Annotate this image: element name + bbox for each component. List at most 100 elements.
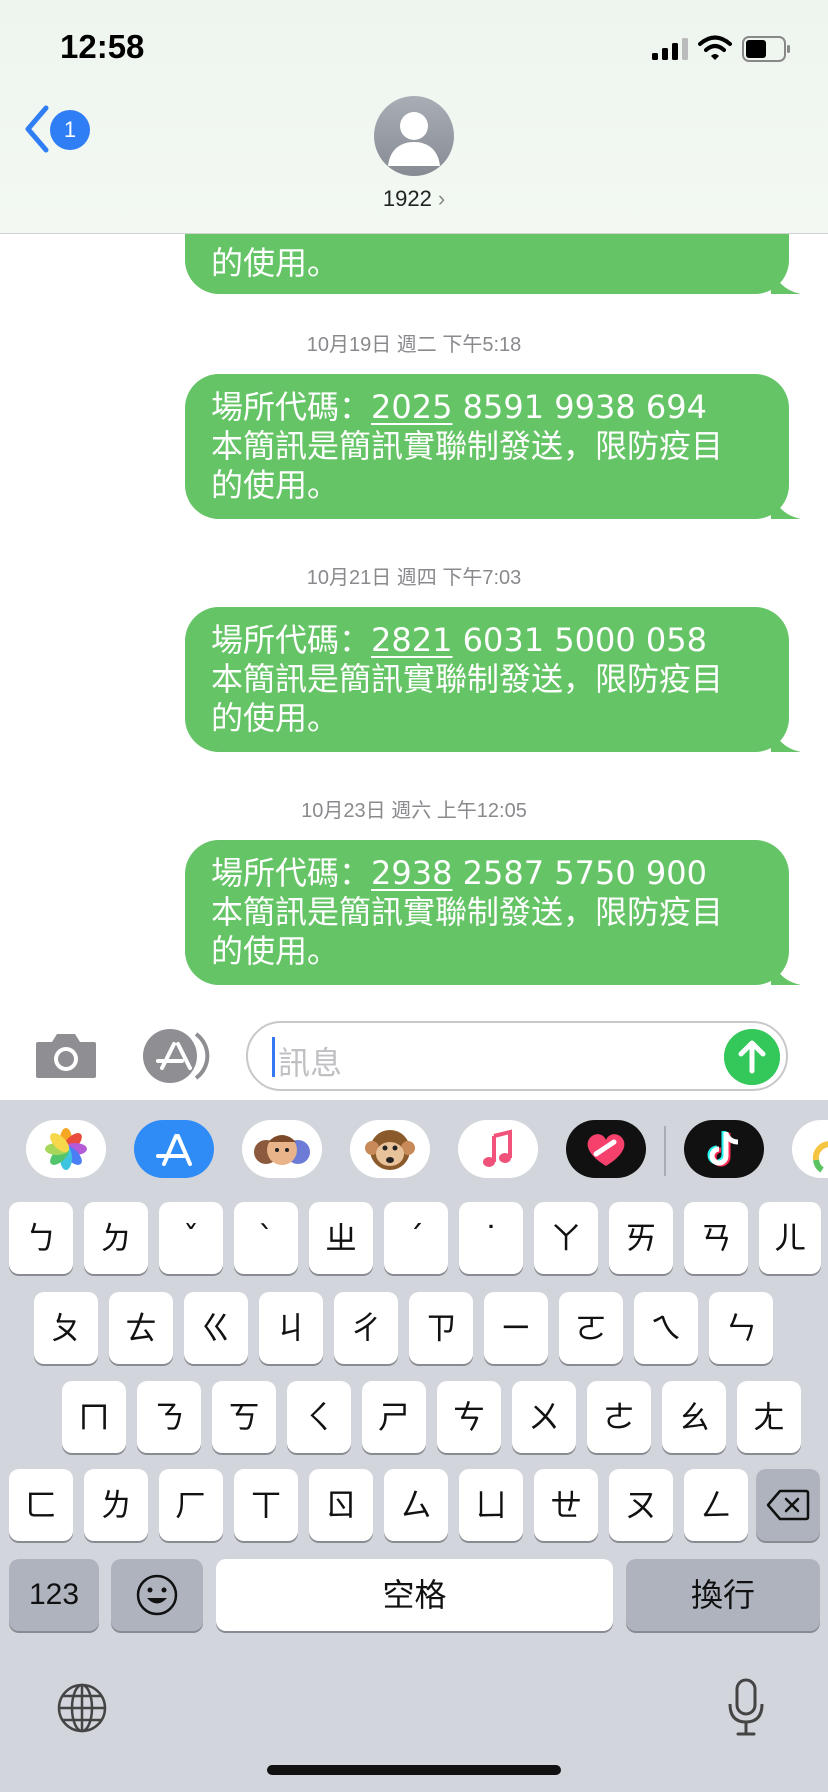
heart-app-icon[interactable] bbox=[566, 1120, 646, 1178]
key-tone3[interactable]: ˇ bbox=[159, 1202, 223, 1274]
key-c[interactable]: ㄘ bbox=[437, 1381, 501, 1453]
contact-name-button[interactable]: 1922 › bbox=[0, 186, 828, 212]
camera-icon[interactable] bbox=[34, 1030, 98, 1080]
message-bubble[interactable]: 場所代碼：2821 6031 5000 058 本簡訊是簡訊實聯制發送，限防疫目… bbox=[185, 607, 801, 752]
wifi-icon bbox=[698, 35, 732, 60]
music-app-icon[interactable] bbox=[458, 1120, 538, 1178]
message-timestamp: 10月23日 週六 上午12:05 bbox=[301, 800, 527, 822]
key-zh[interactable]: ㄓ bbox=[309, 1202, 373, 1274]
message-input-placeholder: 訊息 bbox=[278, 1044, 343, 1082]
key-k[interactable]: ㄎ bbox=[212, 1381, 276, 1453]
key-an[interactable]: ㄢ bbox=[684, 1202, 748, 1274]
code-label: 場所代碼： bbox=[211, 854, 372, 892]
key-f[interactable]: ㄈ bbox=[9, 1469, 73, 1541]
message-line: 場所代碼：2821 6031 5000 058 bbox=[211, 621, 763, 660]
key-b[interactable]: ㄅ bbox=[9, 1202, 73, 1274]
key-tone2[interactable]: ˊ bbox=[384, 1202, 448, 1274]
code-number-link[interactable]: 2821 bbox=[371, 621, 452, 659]
status-time: 12:58 bbox=[60, 28, 145, 65]
code-rest: 2587 5750 900 bbox=[452, 854, 707, 892]
message-line: 的使用。 bbox=[211, 244, 340, 282]
bubble-tail bbox=[771, 955, 801, 985]
message-bubble[interactable]: 場所代碼：2025 8591 9938 694 本簡訊是簡訊實聯制發送，限防疫目… bbox=[185, 374, 801, 519]
key-sh[interactable]: ㄕ bbox=[362, 1381, 426, 1453]
key-eh[interactable]: ㄝ bbox=[534, 1469, 598, 1541]
emoji-key[interactable] bbox=[111, 1559, 203, 1631]
message-line: 本簡訊是簡訊實聯制發送，限防疫目 bbox=[211, 660, 724, 698]
code-number-link[interactable]: 2025 bbox=[371, 388, 452, 426]
key-x[interactable]: ㄒ bbox=[234, 1469, 298, 1541]
key-s[interactable]: ㄙ bbox=[384, 1469, 448, 1541]
key-ei[interactable]: ㄟ bbox=[634, 1292, 698, 1364]
home-indicator[interactable] bbox=[267, 1765, 561, 1775]
tiktok-app-icon[interactable] bbox=[684, 1120, 764, 1178]
bubble-tail bbox=[771, 264, 801, 294]
message-input[interactable]: 訊息 bbox=[246, 1021, 788, 1091]
back-button[interactable]: 1 bbox=[22, 104, 92, 154]
photos-app-icon[interactable] bbox=[26, 1120, 106, 1178]
key-u[interactable]: ㄨ bbox=[512, 1381, 576, 1453]
contact-avatar[interactable] bbox=[374, 96, 454, 176]
bubble-tail bbox=[771, 489, 801, 519]
animoji-app-icon[interactable] bbox=[350, 1120, 430, 1178]
key-ch[interactable]: ㄔ bbox=[334, 1292, 398, 1364]
key-ou[interactable]: ㄡ bbox=[609, 1469, 673, 1541]
app-store-icon[interactable] bbox=[140, 1028, 214, 1084]
key-yu[interactable]: ㄩ bbox=[459, 1469, 523, 1541]
partial-app-icon[interactable] bbox=[792, 1120, 828, 1178]
emoji-icon bbox=[136, 1574, 178, 1616]
chevron-right-icon: › bbox=[437, 186, 446, 211]
key-ang[interactable]: ㄤ bbox=[737, 1381, 801, 1453]
message-bubble[interactable]: 場所代碼：2938 2587 5750 900 本簡訊是簡訊實聯制發送，限防疫目… bbox=[185, 840, 801, 985]
key-z[interactable]: ㄗ bbox=[409, 1292, 473, 1364]
person-silhouette-icon bbox=[388, 112, 440, 166]
key-tone4[interactable]: ˋ bbox=[234, 1202, 298, 1274]
key-t[interactable]: ㄊ bbox=[109, 1292, 173, 1364]
key-o[interactable]: ㄛ bbox=[559, 1292, 623, 1364]
return-key[interactable]: 換行 bbox=[626, 1559, 820, 1631]
key-p[interactable]: ㄆ bbox=[34, 1292, 98, 1364]
key-n[interactable]: ㄋ bbox=[137, 1381, 201, 1453]
code-label: 場所代碼： bbox=[211, 621, 372, 659]
key-r[interactable]: ㄖ bbox=[309, 1469, 373, 1541]
message-line: 場所代碼：2938 2587 5750 900 bbox=[211, 854, 763, 893]
key-en[interactable]: ㄣ bbox=[709, 1292, 773, 1364]
code-rest: 6031 5000 058 bbox=[452, 621, 707, 659]
key-a[interactable]: ㄚ bbox=[534, 1202, 598, 1274]
numbers-key[interactable]: 123 bbox=[9, 1559, 99, 1631]
message-line: 場所代碼：2025 8591 9938 694 bbox=[211, 388, 763, 427]
app-drawer-strip bbox=[0, 1100, 828, 1196]
key-ai[interactable]: ㄞ bbox=[609, 1202, 673, 1274]
message-line: 本簡訊是簡訊實聯制發送，限防疫目 bbox=[211, 893, 724, 931]
key-e[interactable]: ㄜ bbox=[587, 1381, 651, 1453]
key-j[interactable]: ㄐ bbox=[259, 1292, 323, 1364]
space-key[interactable]: 空格 bbox=[216, 1559, 613, 1631]
message-line: 的使用。 bbox=[211, 699, 340, 737]
key-m[interactable]: ㄇ bbox=[62, 1381, 126, 1453]
key-h[interactable]: ㄏ bbox=[159, 1469, 223, 1541]
key-tone5[interactable]: ˙ bbox=[459, 1202, 523, 1274]
code-label: 場所代碼： bbox=[211, 388, 372, 426]
contact-name: 1922 bbox=[382, 186, 432, 211]
message-line: 的使用。 bbox=[211, 466, 340, 504]
send-arrow-icon[interactable] bbox=[724, 1029, 780, 1085]
key-ao[interactable]: ㄠ bbox=[662, 1381, 726, 1453]
key-d[interactable]: ㄉ bbox=[84, 1202, 148, 1274]
memoji-app-icon[interactable] bbox=[242, 1120, 322, 1178]
text-caret bbox=[272, 1037, 275, 1077]
key-q[interactable]: ㄑ bbox=[287, 1381, 351, 1453]
code-number-link[interactable]: 2938 bbox=[371, 854, 452, 892]
microphone-icon[interactable] bbox=[726, 1678, 766, 1738]
backspace-key[interactable] bbox=[756, 1469, 820, 1541]
app-store-app-icon[interactable] bbox=[134, 1120, 214, 1178]
key-g[interactable]: ㄍ bbox=[184, 1292, 248, 1364]
key-i[interactable]: ㄧ bbox=[484, 1292, 548, 1364]
message-thread[interactable]: 的使用。 10月19日 週二 下午5:18 場所代碼：2025 8591 993… bbox=[0, 234, 828, 994]
key-l[interactable]: ㄌ bbox=[84, 1469, 148, 1541]
message-line: 本簡訊是簡訊實聯制發送，限防疫目 bbox=[211, 427, 724, 465]
message-bubble[interactable]: 的使用。 bbox=[185, 234, 801, 294]
app-strip-divider bbox=[664, 1126, 666, 1176]
globe-icon[interactable] bbox=[56, 1682, 108, 1734]
key-er[interactable]: ㄦ bbox=[759, 1202, 821, 1274]
key-eng[interactable]: ㄥ bbox=[684, 1469, 748, 1541]
